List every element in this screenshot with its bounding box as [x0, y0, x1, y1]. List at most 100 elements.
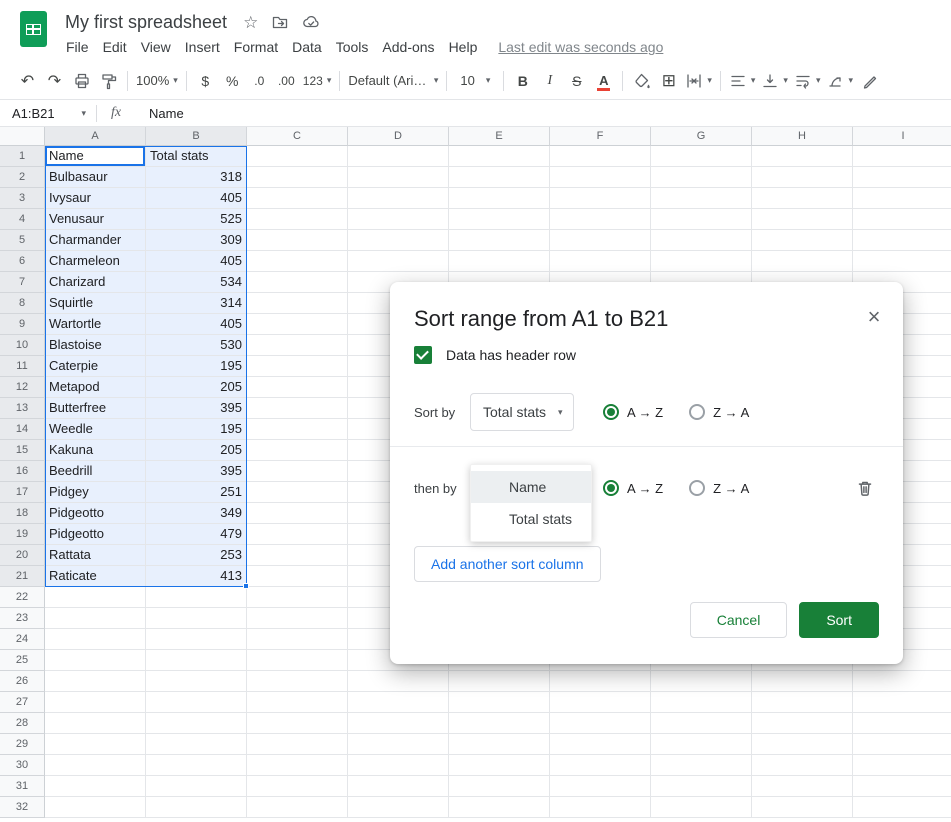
cell-I4[interactable]	[853, 209, 951, 230]
row-header-1[interactable]: 1	[0, 146, 45, 167]
sort-by-column-select[interactable]: Total stats ▾	[470, 393, 574, 431]
cell-G26[interactable]	[651, 671, 752, 692]
row-header-31[interactable]: 31	[0, 776, 45, 797]
cell-A17[interactable]: Pidgey	[45, 482, 146, 503]
menu-view[interactable]: View	[134, 37, 178, 57]
borders-button[interactable]: ⊞	[655, 67, 682, 94]
more-formats-button[interactable]: 123 ▾	[300, 67, 335, 94]
cell-F30[interactable]	[550, 755, 651, 776]
cell-H26[interactable]	[752, 671, 853, 692]
font-select[interactable]: Default (Ari… ▾	[345, 67, 441, 94]
format-percent-button[interactable]: %	[219, 67, 246, 94]
cell-A29[interactable]	[45, 734, 146, 755]
cell-C12[interactable]	[247, 377, 348, 398]
text-rotation-button[interactable]: ▾	[823, 67, 856, 94]
cell-B32[interactable]	[146, 797, 247, 818]
column-header-E[interactable]: E	[449, 127, 550, 146]
cell-B19[interactable]: 479	[146, 524, 247, 545]
remove-sort-column-button[interactable]	[855, 478, 875, 498]
select-all-corner[interactable]	[0, 127, 45, 146]
cell-C8[interactable]	[247, 293, 348, 314]
cell-H30[interactable]	[752, 755, 853, 776]
cell-I26[interactable]	[853, 671, 951, 692]
cell-C21[interactable]	[247, 566, 348, 587]
cell-I30[interactable]	[853, 755, 951, 776]
cell-D4[interactable]	[348, 209, 449, 230]
cell-C22[interactable]	[247, 587, 348, 608]
cell-D30[interactable]	[348, 755, 449, 776]
checkbox-checked-icon[interactable]	[414, 346, 432, 364]
row-header-29[interactable]: 29	[0, 734, 45, 755]
cell-A7[interactable]: Charizard	[45, 272, 146, 293]
cell-F6[interactable]	[550, 251, 651, 272]
add-sort-column-button[interactable]: Add another sort column	[414, 546, 601, 582]
cell-B25[interactable]	[146, 650, 247, 671]
then-by-asc-option[interactable]: A → Z	[603, 480, 663, 496]
cell-C7[interactable]	[247, 272, 348, 293]
cell-E1[interactable]	[449, 146, 550, 167]
radio-selected-icon[interactable]	[603, 480, 619, 496]
row-header-24[interactable]: 24	[0, 629, 45, 650]
sort-by-desc-option[interactable]: Z → A	[689, 404, 749, 420]
column-header-D[interactable]: D	[348, 127, 449, 146]
cell-B5[interactable]: 309	[146, 230, 247, 251]
row-header-27[interactable]: 27	[0, 692, 45, 713]
cell-B1[interactable]: Total stats	[146, 146, 247, 167]
text-wrap-button[interactable]: ▾	[791, 67, 824, 94]
cell-E26[interactable]	[449, 671, 550, 692]
cell-G3[interactable]	[651, 188, 752, 209]
column-header-B[interactable]: B	[146, 127, 247, 146]
cell-A16[interactable]: Beedrill	[45, 461, 146, 482]
row-header-32[interactable]: 32	[0, 797, 45, 818]
cell-B14[interactable]: 195	[146, 419, 247, 440]
column-header-F[interactable]: F	[550, 127, 651, 146]
cell-I5[interactable]	[853, 230, 951, 251]
italic-button[interactable]: I	[536, 67, 563, 94]
row-header-16[interactable]: 16	[0, 461, 45, 482]
cell-F26[interactable]	[550, 671, 651, 692]
cell-B6[interactable]: 405	[146, 251, 247, 272]
cell-F32[interactable]	[550, 797, 651, 818]
cell-F3[interactable]	[550, 188, 651, 209]
cell-C19[interactable]	[247, 524, 348, 545]
row-header-30[interactable]: 30	[0, 755, 45, 776]
cell-C17[interactable]	[247, 482, 348, 503]
cell-I1[interactable]	[853, 146, 951, 167]
cell-A11[interactable]: Caterpie	[45, 356, 146, 377]
selection-fill-handle[interactable]	[243, 583, 249, 589]
last-edit-status[interactable]: Last edit was seconds ago	[498, 39, 663, 55]
cell-A13[interactable]: Butterfree	[45, 398, 146, 419]
cell-B29[interactable]	[146, 734, 247, 755]
cell-B31[interactable]	[146, 776, 247, 797]
cell-H5[interactable]	[752, 230, 853, 251]
cell-D3[interactable]	[348, 188, 449, 209]
cell-C20[interactable]	[247, 545, 348, 566]
row-header-9[interactable]: 9	[0, 314, 45, 335]
cell-E28[interactable]	[449, 713, 550, 734]
cell-C11[interactable]	[247, 356, 348, 377]
row-header-8[interactable]: 8	[0, 293, 45, 314]
menu-option-total-stats[interactable]: Total stats	[471, 503, 591, 535]
cell-A5[interactable]: Charmander	[45, 230, 146, 251]
row-header-6[interactable]: 6	[0, 251, 45, 272]
cell-D27[interactable]	[348, 692, 449, 713]
row-header-15[interactable]: 15	[0, 440, 45, 461]
cell-H4[interactable]	[752, 209, 853, 230]
row-header-7[interactable]: 7	[0, 272, 45, 293]
vertical-align-button[interactable]: ▾	[758, 67, 791, 94]
cell-G1[interactable]	[651, 146, 752, 167]
row-header-21[interactable]: 21	[0, 566, 45, 587]
strikethrough-button[interactable]: S	[563, 67, 590, 94]
cell-I28[interactable]	[853, 713, 951, 734]
horizontal-align-button[interactable]: ▾	[726, 67, 759, 94]
row-header-22[interactable]: 22	[0, 587, 45, 608]
cell-E5[interactable]	[449, 230, 550, 251]
cell-E2[interactable]	[449, 167, 550, 188]
text-color-button[interactable]: A	[590, 67, 617, 94]
cell-A32[interactable]	[45, 797, 146, 818]
cell-A15[interactable]: Kakuna	[45, 440, 146, 461]
cell-E3[interactable]	[449, 188, 550, 209]
column-header-G[interactable]: G	[651, 127, 752, 146]
cell-B16[interactable]: 395	[146, 461, 247, 482]
cell-A18[interactable]: Pidgeotto	[45, 503, 146, 524]
